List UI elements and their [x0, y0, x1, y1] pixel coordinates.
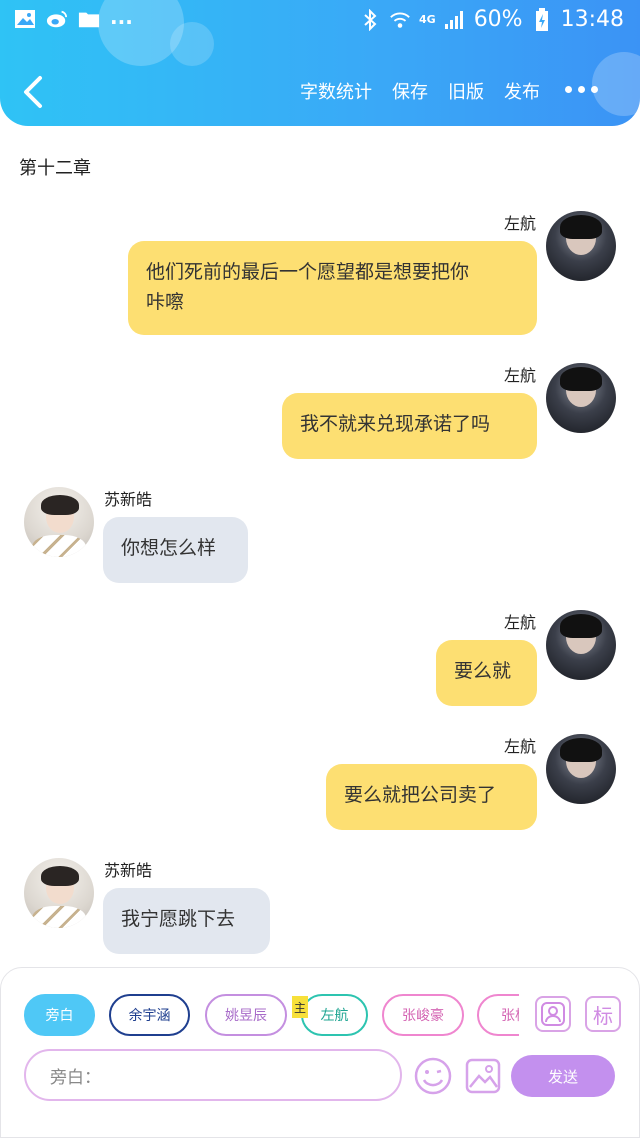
header-actions: 字数统计 保存 旧版 发布 [300, 78, 540, 104]
sender-name: 苏新皓 [104, 490, 153, 509]
avatar-zuo-hang[interactable] [546, 211, 616, 281]
chip-character[interactable]: 余宇涵 [109, 994, 190, 1036]
sender-name: 左航 [503, 366, 536, 385]
word-count-button[interactable]: 字数统计 [300, 78, 372, 104]
sender-name: 左航 [503, 737, 536, 756]
message-text-line: 你想怎么样 [121, 537, 217, 559]
chip-character[interactable]: 张峻豪 [382, 994, 464, 1036]
top-header: ... 4G 60% 13:48 字数统计 保存 旧版 发布 [0, 0, 640, 126]
save-button[interactable]: 保存 [392, 78, 428, 104]
more-dots-icon: ... [110, 5, 133, 29]
avatar-zuo-hang[interactable] [546, 734, 616, 804]
contact-card-icon[interactable] [535, 996, 571, 1032]
emoji-icon[interactable] [413, 1056, 453, 1096]
character-chip-list: 旁白 余宇涵 姚昱辰 左航 张峻豪 张极 [1, 994, 519, 1038]
main-character-tag: 主 [292, 996, 308, 1018]
battery-charging-icon [531, 7, 553, 31]
message-bubble[interactable]: 我不就来兑现承诺了吗 [282, 393, 537, 459]
chip-narration[interactable]: 旁白 [24, 994, 95, 1036]
message-text-line: 我宁愿跳下去 [121, 908, 236, 930]
message-text-line: 要么就把公司卖了 [344, 784, 497, 806]
message-bubble[interactable]: 要么就把公司卖了 [326, 764, 537, 830]
chevron-left-icon [24, 76, 42, 108]
more-horizontal-icon[interactable] [565, 86, 598, 93]
publish-button[interactable]: 发布 [504, 78, 540, 104]
avatar-su-xin-hao[interactable] [24, 858, 94, 928]
network-type: 4G [419, 12, 436, 26]
message-bubble[interactable]: 他们死前的最后一个愿望都是想要把你 咔嚓 [128, 241, 537, 335]
chip-character[interactable]: 左航 [301, 994, 368, 1036]
status-bar: ... 4G 60% 13:48 [0, 0, 640, 44]
wifi-icon [389, 9, 411, 31]
bluetooth-icon [359, 8, 381, 31]
message-text-line: 要么就 [454, 660, 512, 682]
mark-button[interactable]: 标 [585, 996, 621, 1032]
clock: 13:48 [560, 7, 624, 32]
avatar-su-xin-hao[interactable] [24, 487, 94, 557]
message-bubble[interactable]: 要么就 [436, 640, 537, 706]
chapter-title: 第十二章 [19, 158, 91, 179]
message-text-line: 他们死前的最后一个愿望都是想要把你 [146, 261, 470, 283]
back-button[interactable] [20, 74, 52, 110]
chip-character[interactable]: 张极 [477, 994, 519, 1036]
sender-name: 左航 [503, 613, 536, 632]
sender-name: 左航 [503, 214, 536, 233]
image-icon[interactable] [463, 1056, 503, 1096]
old-version-button[interactable]: 旧版 [448, 78, 484, 104]
nav-bar: 字数统计 保存 旧版 发布 [0, 66, 640, 118]
battery-level: 60% [473, 7, 523, 32]
image-icon [14, 8, 36, 30]
folder-icon [78, 8, 100, 30]
weibo-icon [46, 8, 68, 30]
message-text-line: 我不就来兑现承诺了吗 [300, 413, 491, 435]
composer-panel: 旁白 余宇涵 姚昱辰 左航 张峻豪 张极 主 标 旁白： 发送 [0, 967, 640, 1138]
message-text-line: 咔嚓 [146, 291, 185, 313]
signal-icon [444, 9, 466, 31]
sender-name: 苏新皓 [104, 861, 153, 880]
chip-character[interactable]: 姚昱辰 [205, 994, 287, 1036]
dialogue-input[interactable]: 旁白： [24, 1049, 402, 1101]
message-bubble[interactable]: 我宁愿跳下去 [103, 888, 270, 954]
avatar-zuo-hang[interactable] [546, 610, 616, 680]
send-button[interactable]: 发送 [511, 1055, 615, 1097]
avatar-zuo-hang[interactable] [546, 363, 616, 433]
message-bubble[interactable]: 你想怎么样 [103, 517, 248, 583]
